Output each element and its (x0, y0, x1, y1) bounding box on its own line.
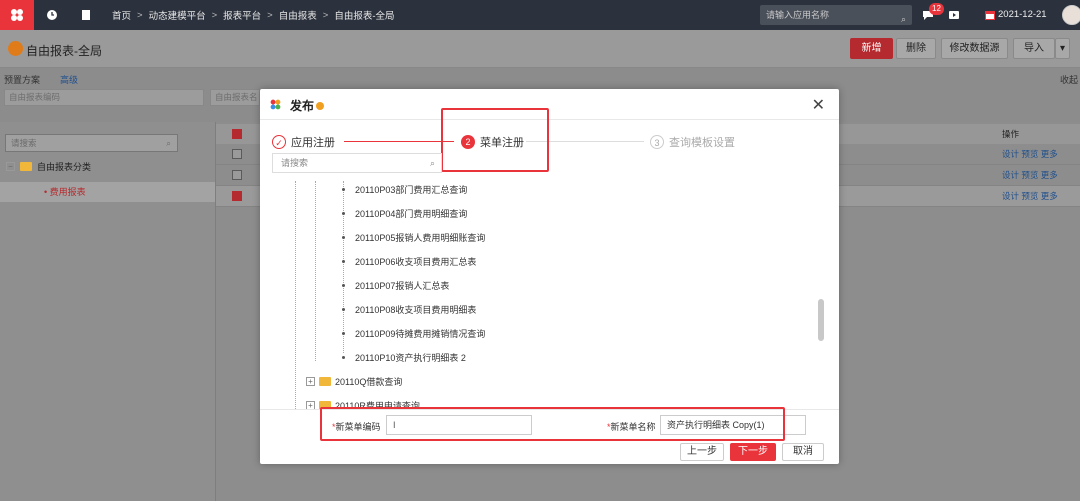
advanced-link[interactable]: 高级 (60, 73, 78, 86)
row-checkbox[interactable] (232, 191, 242, 201)
highlight-step (441, 108, 549, 172)
folder-icon (319, 377, 331, 386)
preset-scheme[interactable]: 预置方案 (4, 73, 40, 86)
row-ops[interactable]: 设计 预览 更多 (1002, 148, 1058, 160)
collapse-icon[interactable]: − (6, 162, 15, 171)
check-icon: ✓ (272, 135, 286, 149)
crumb-report-platform[interactable]: 报表平台 (223, 8, 261, 22)
row-checkbox[interactable] (232, 149, 242, 159)
prev-button[interactable]: 上一步 (680, 443, 724, 461)
expand-icon[interactable]: + (306, 401, 315, 409)
import-dropdown[interactable]: ▾ (1055, 38, 1070, 59)
app-search-input[interactable]: 请输入应用名称 ⌕ (760, 5, 912, 25)
top-bar: 首页 > 动态建模平台 > 报表平台 > 自由报表 > 自由报表-全局 请输入应用名称 ⌕… (0, 0, 1080, 30)
modify-datasource-button[interactable]: 修改数据源 (941, 38, 1008, 59)
search-icon[interactable]: ⌕ (430, 154, 435, 172)
flower-icon (270, 99, 281, 110)
search-icon[interactable]: ⌕ (901, 9, 906, 29)
menu-item[interactable]: 20110P04部门费用明细查询 (342, 207, 467, 220)
menu-item[interactable]: 20110P03部门费用汇总查询 (342, 183, 467, 196)
category-search-input[interactable]: 请搜索 ⌕ (5, 134, 178, 152)
row-ops[interactable]: 设计 预览 更多 (1002, 190, 1058, 202)
row-ops[interactable]: 设计 预览 更多 (1002, 169, 1058, 181)
collapse-link[interactable]: 收起 (1060, 73, 1078, 86)
app-logo[interactable] (0, 0, 34, 30)
menu-item[interactable]: 20110P08收支项目费用明细表 (342, 303, 476, 316)
import-button[interactable]: 导入 (1013, 38, 1055, 59)
search-icon[interactable]: ⌕ (166, 135, 171, 151)
document-icon[interactable] (80, 9, 92, 21)
tree-root[interactable]: − 自由报表分类 (6, 160, 91, 173)
menu-item[interactable]: 20110P10资产执行明细表 2 (342, 351, 466, 364)
publish-dialog: 发布 ✕ ✓ 应用注册 2 菜单注册 3 查询模板设置 请搜索 ⌕ 20110P03部门… (260, 89, 839, 464)
folder-icon (20, 162, 32, 171)
select-all-checkbox[interactable] (232, 129, 242, 139)
report-name-input[interactable]: 自由报表名 (210, 89, 260, 106)
menu-item[interactable]: 20110P07报销人汇总表 (342, 279, 449, 292)
notification-badge: 12 (929, 3, 944, 15)
breadcrumb: 首页 > 动态建模平台 > 报表平台 > 自由报表 > 自由报表-全局 (112, 8, 395, 23)
next-button[interactable]: 下一步 (730, 443, 776, 461)
dialog-footer: *新菜单编码 I *新菜单名称 资产执行明细表 Copy(1) 上一步 下一步 … (260, 407, 839, 464)
step-app-register[interactable]: ✓ 应用注册 (272, 134, 335, 150)
tree-item-selected[interactable]: • 费用报表 (0, 182, 215, 202)
close-icon[interactable]: ✕ (812, 95, 825, 115)
delete-button[interactable]: 删除 (896, 38, 936, 59)
menu-item[interactable]: 20110P09待摊费用摊销情况查询 (342, 327, 485, 340)
clock-icon[interactable] (46, 9, 58, 21)
menu-tree: 20110P03部门费用汇总查询 20110P04部门费用明细查询 20110P… (272, 181, 827, 409)
highlight-fields (320, 407, 785, 441)
menu-item[interactable]: 20110P06收支项目费用汇总表 (342, 255, 476, 268)
report-code-input[interactable]: 自由报表编码 (4, 89, 204, 106)
crumb-current[interactable]: 自由报表-全局 (334, 8, 394, 22)
dialog-header: 发布 ✕ (260, 89, 839, 120)
ops-header: 操作 (1002, 129, 1020, 139)
menu-item[interactable]: 20110P05报销人费用明细账查询 (342, 231, 485, 244)
menu-folder[interactable]: +20110Q借款查询 (306, 375, 402, 388)
user-avatar[interactable] (1062, 5, 1080, 25)
dialog-title: 发布 (290, 97, 325, 114)
video-icon[interactable] (948, 9, 960, 21)
crumb-free-report[interactable]: 自由报表 (279, 8, 317, 22)
category-panel: 请搜索 ⌕ − 自由报表分类 • 费用报表 (0, 122, 216, 501)
expand-icon[interactable]: + (306, 377, 315, 386)
status-dot-icon (316, 102, 325, 110)
current-date: 2021-12-21 (998, 9, 1047, 20)
flower-icon (11, 9, 23, 21)
menu-search-input[interactable]: 请搜索 ⌕ (272, 153, 442, 173)
row-checkbox[interactable] (232, 170, 242, 180)
crumb-platform[interactable]: 动态建模平台 (149, 8, 206, 22)
step-query-template[interactable]: 3 查询模板设置 (650, 134, 735, 150)
crumb-home[interactable]: 首页 (112, 8, 131, 22)
new-button[interactable]: 新增 (850, 38, 893, 59)
scrollbar[interactable] (818, 299, 824, 341)
page-title: 自由报表-全局 (26, 44, 102, 58)
chevron-down-icon: ▾ (1059, 43, 1066, 54)
calendar-icon[interactable] (984, 9, 996, 21)
report-icon (8, 41, 23, 56)
page-header: 自由报表-全局 新增 删除 修改数据源 导入 ▾ (0, 30, 1080, 68)
cancel-button[interactable]: 取消 (782, 443, 824, 461)
